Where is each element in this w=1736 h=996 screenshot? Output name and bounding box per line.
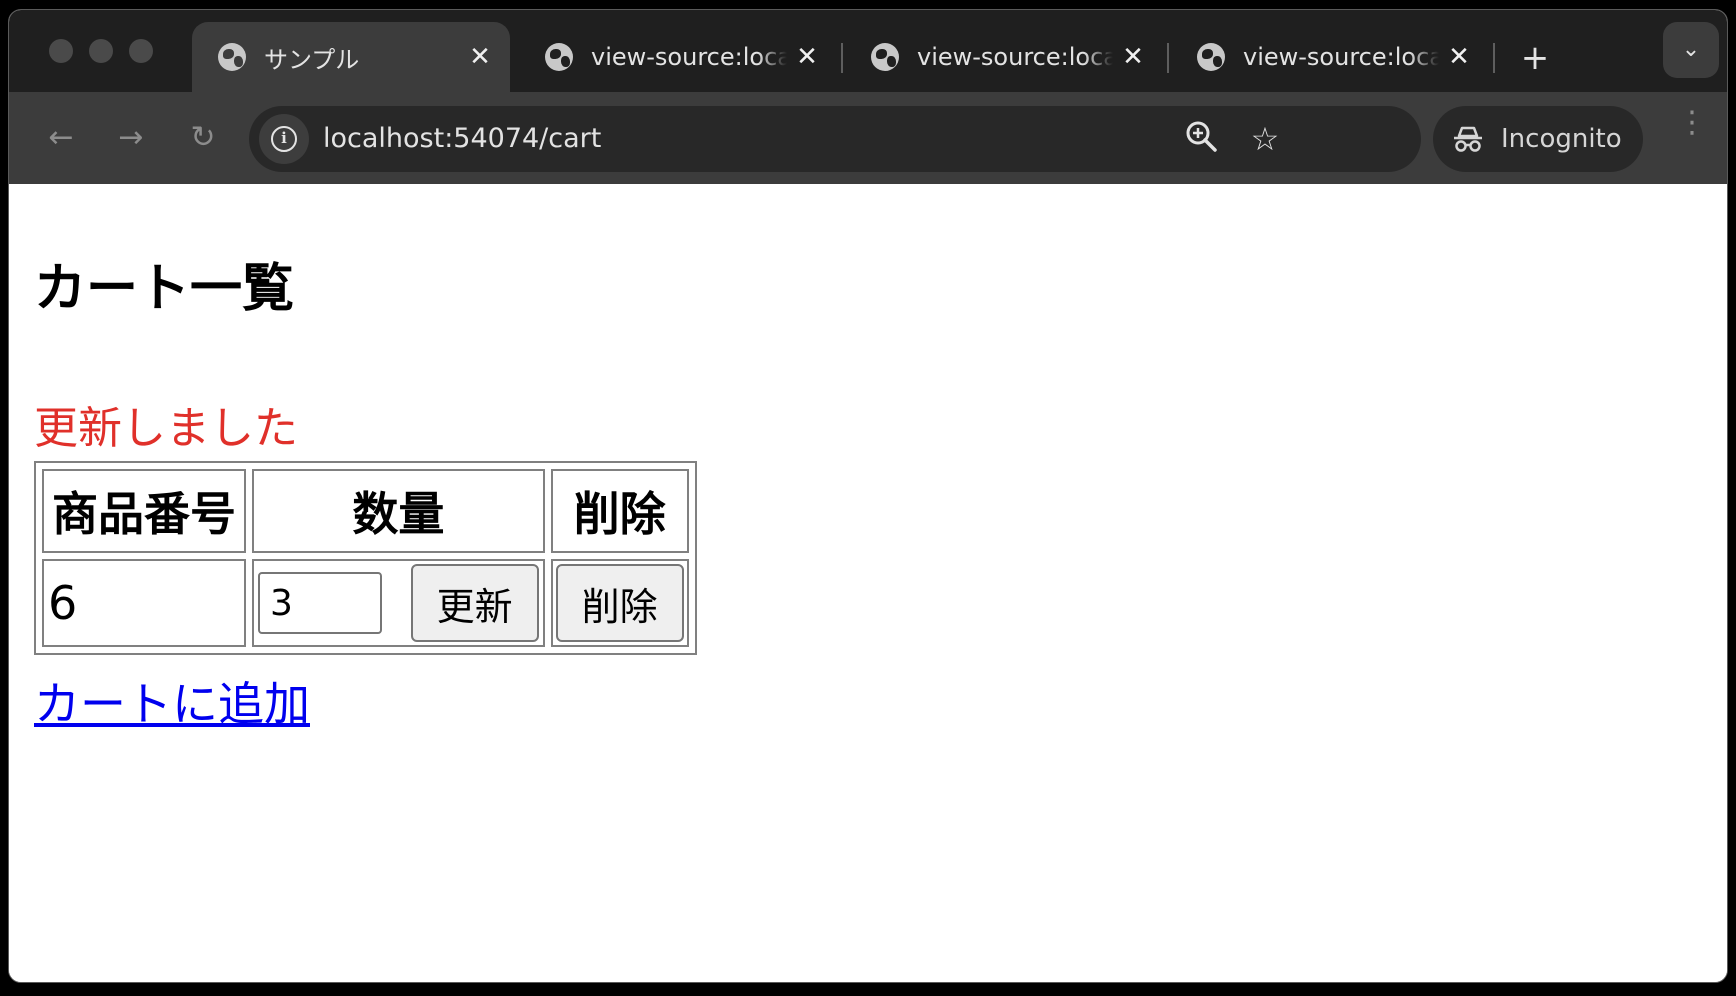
tab-divider [841,43,843,73]
add-to-cart-link[interactable]: カートに追加 [34,668,310,734]
tab-search-button[interactable]: ⌄ [1663,22,1719,78]
quantity-cell: 更新 [252,559,545,647]
tab-sample[interactable]: サンプル ✕ [192,22,510,92]
header-product-id: 商品番号 [42,469,246,553]
incognito-label: Incognito [1501,124,1622,154]
header-delete: 削除 [550,469,689,553]
tab-divider [1167,43,1169,73]
tab-title: view-source:localhost:54074/cart [1243,43,1439,71]
forward-button[interactable]: → [111,118,151,158]
address-bar[interactable]: i localhost:54074/cart ☆ [249,106,1421,172]
tab-title: サンプル [264,45,360,74]
bookmark-star-icon[interactable]: ☆ [1245,119,1285,159]
quantity-input[interactable] [258,572,382,634]
new-tab-button[interactable]: + [1515,38,1555,78]
close-icon[interactable]: ✕ [787,42,827,72]
product-id-cell: 6 [42,559,246,647]
table-row: 6 更新 削除 [42,559,689,647]
globe-icon [1197,43,1225,71]
tab-divider [1493,43,1495,73]
zoom-icon[interactable] [1181,119,1221,159]
cart-table: 商品番号 数量 削除 6 更新 削除 [34,461,697,655]
info-icon: i [271,126,297,152]
incognito-icon [1454,126,1482,152]
minimize-window-button[interactable] [89,39,113,63]
table-header-row: 商品番号 数量 削除 [42,469,689,553]
close-icon[interactable]: ✕ [460,42,500,72]
reload-icon: ↻ [190,120,216,155]
chevron-down-icon: ⌄ [1681,37,1701,62]
globe-icon [871,43,899,71]
arrow-left-icon: ← [48,120,74,155]
zoom-in-icon [1186,121,1217,152]
status-message: 更新しました [34,403,298,454]
delete-button[interactable]: 削除 [555,564,684,642]
back-button[interactable]: ← [41,118,81,158]
browser-toolbar: ← → ↻ i localhost:54074/cart ☆ Incognito… [9,92,1727,184]
incognito-indicator[interactable]: Incognito [1433,106,1643,172]
browser-window: サンプル ✕ view-source:localhost:54074/cart … [8,9,1728,983]
update-button[interactable]: 更新 [410,564,539,642]
kebab-menu-icon: ⋮ [1677,105,1707,140]
url-text[interactable]: localhost:54074/cart [323,106,601,172]
page-title: カート一覧 [34,259,295,319]
more-menu-button[interactable]: ⋮ [1677,108,1707,160]
site-info-button[interactable]: i [259,114,309,164]
tab-view-source-3[interactable]: view-source:localhost:54074/cart ✕ [1171,22,1489,92]
tab-view-source-2[interactable]: view-source:localhost:54074/cart ✕ [845,22,1163,92]
delete-cell: 削除 [550,559,689,647]
tab-title: view-source:localhost:54074/cart [591,43,787,71]
close-icon[interactable]: ✕ [1439,42,1479,72]
globe-icon [545,43,573,71]
close-icon[interactable]: ✕ [1113,42,1153,72]
header-quantity: 数量 [252,469,545,553]
tab-view-source-1[interactable]: view-source:localhost:54074/cart ✕ [519,22,837,92]
page-content: カート一覧 更新しました 商品番号 数量 削除 6 更新 削除 カートに追加 [9,184,1727,982]
arrow-right-icon: → [118,120,144,155]
globe-icon [218,43,246,71]
window-controls [49,39,153,63]
close-window-button[interactable] [49,39,73,63]
maximize-window-button[interactable] [129,39,153,63]
reload-button[interactable]: ↻ [183,118,223,158]
tab-strip: サンプル ✕ view-source:localhost:54074/cart … [9,10,1727,92]
tab-title: view-source:localhost:54074/cart [917,43,1113,71]
